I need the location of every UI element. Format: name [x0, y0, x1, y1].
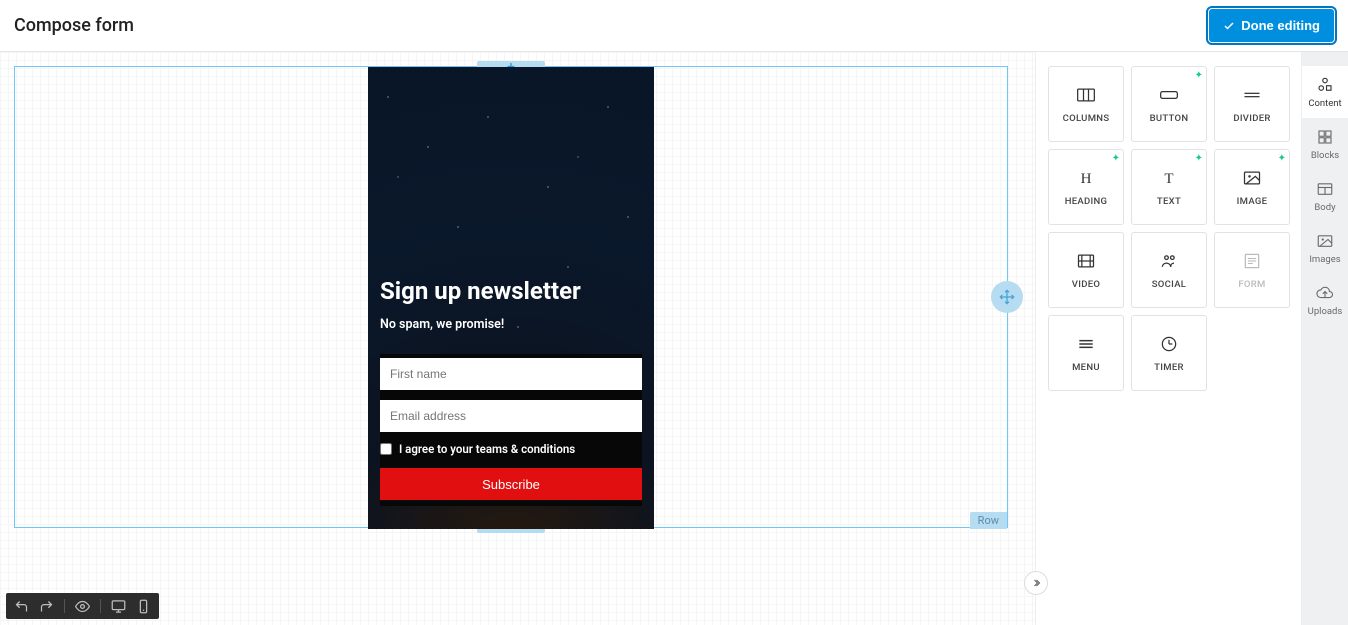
video-icon [1073, 251, 1099, 271]
tool-divider[interactable]: DIVIDER [1214, 66, 1290, 142]
tab-label: Blocks [1311, 150, 1339, 161]
ai-badge-icon: ✦ [1195, 70, 1203, 81]
tool-menu[interactable]: MENU [1048, 315, 1124, 391]
tool-label: DIVIDER [1233, 113, 1270, 124]
tab-label: Images [1309, 254, 1340, 265]
form-icon [1239, 251, 1265, 271]
row-label: Row [970, 512, 1007, 529]
agree-checkbox-row[interactable]: I agree to your teams & conditions [380, 442, 642, 456]
separator [64, 599, 65, 613]
email-input[interactable] [380, 400, 642, 432]
tool-timer[interactable]: TIMER [1131, 315, 1207, 391]
move-handle[interactable] [991, 281, 1023, 313]
ai-badge-icon: ✦ [1195, 153, 1203, 164]
redo-icon [39, 599, 54, 614]
tool-label: IMAGE [1237, 196, 1268, 207]
desktop-icon [111, 599, 126, 614]
bottom-toolbar [6, 593, 159, 619]
separator [100, 599, 101, 613]
side-tabs: Content Blocks Body Images Uploads [1302, 52, 1348, 625]
body-icon [1316, 180, 1334, 198]
content-tools-panel: COLUMNS ✦ BUTTON DIVIDER ✦ HEADING ✦ TEXT ✦ IMAGE… [1036, 52, 1302, 625]
form-preview[interactable]: Sign up newsletter No spam, we promise! … [368, 67, 654, 529]
tool-social[interactable]: SOCIAL [1131, 232, 1207, 308]
check-icon [1223, 20, 1235, 32]
tab-content[interactable]: Content [1302, 66, 1348, 118]
chevron-right-icon [1030, 577, 1042, 589]
ai-badge-icon: ✦ [1278, 153, 1286, 164]
content-icon [1316, 76, 1334, 94]
tab-body[interactable]: Body [1302, 170, 1348, 222]
images-icon [1316, 232, 1334, 250]
social-icon [1156, 251, 1182, 271]
page-title: Compose form [14, 15, 134, 36]
menu-icon [1073, 334, 1099, 354]
mobile-icon [136, 599, 151, 614]
ai-badge-icon: ✦ [1112, 153, 1120, 164]
move-icon [999, 289, 1015, 305]
tool-video[interactable]: VIDEO [1048, 232, 1124, 308]
tool-label: COLUMNS [1063, 113, 1110, 124]
columns-icon [1073, 85, 1099, 105]
tab-label: Uploads [1308, 306, 1343, 317]
tab-label: Body [1314, 202, 1335, 213]
form-heading: Sign up newsletter [380, 67, 642, 305]
uploads-icon [1316, 284, 1334, 302]
tool-label: FORM [1238, 279, 1265, 290]
heading-icon [1073, 168, 1099, 188]
preview-button[interactable] [75, 599, 90, 614]
timer-icon [1156, 334, 1182, 354]
redo-button[interactable] [39, 599, 54, 614]
tool-form: FORM [1214, 232, 1290, 308]
tab-label: Content [1308, 98, 1341, 109]
tool-text[interactable]: ✦ TEXT [1131, 149, 1207, 225]
tool-button[interactable]: ✦ BUTTON [1131, 66, 1207, 142]
agree-label: I agree to your teams & conditions [399, 442, 575, 456]
form-tagline: No spam, we promise! [380, 317, 642, 332]
mobile-view-button[interactable] [136, 599, 151, 614]
agree-checkbox[interactable] [380, 443, 392, 455]
done-editing-button[interactable]: Done editing [1209, 9, 1334, 42]
tool-label: HEADING [1065, 196, 1108, 207]
editor-row[interactable]: + + Row Sign up newsletter No spam, we p… [14, 66, 1008, 528]
tab-uploads[interactable]: Uploads [1302, 274, 1348, 326]
tool-label: SOCIAL [1152, 279, 1187, 290]
collapse-panel-button[interactable] [1024, 571, 1048, 595]
tool-label: TEXT [1157, 196, 1181, 207]
editor-canvas-area[interactable]: + + Row Sign up newsletter No spam, we p… [0, 52, 1035, 625]
text-icon [1156, 168, 1182, 188]
desktop-view-button[interactable] [111, 599, 126, 614]
tab-images[interactable]: Images [1302, 222, 1348, 274]
tool-label: VIDEO [1072, 279, 1100, 290]
tool-label: MENU [1072, 362, 1100, 373]
tool-columns[interactable]: COLUMNS [1048, 66, 1124, 142]
image-icon [1239, 168, 1265, 188]
divider-icon [1239, 85, 1265, 105]
first-name-input[interactable] [380, 358, 642, 390]
undo-icon [14, 599, 29, 614]
tool-image[interactable]: ✦ IMAGE [1214, 149, 1290, 225]
button-icon [1156, 85, 1182, 105]
eye-icon [75, 599, 90, 614]
tool-label: TIMER [1154, 362, 1184, 373]
undo-button[interactable] [14, 599, 29, 614]
tool-heading[interactable]: ✦ HEADING [1048, 149, 1124, 225]
subscribe-button[interactable]: Subscribe [380, 468, 642, 500]
tab-blocks[interactable]: Blocks [1302, 118, 1348, 170]
tool-label: BUTTON [1150, 113, 1189, 124]
done-editing-label: Done editing [1241, 18, 1320, 33]
blocks-icon [1316, 128, 1334, 146]
